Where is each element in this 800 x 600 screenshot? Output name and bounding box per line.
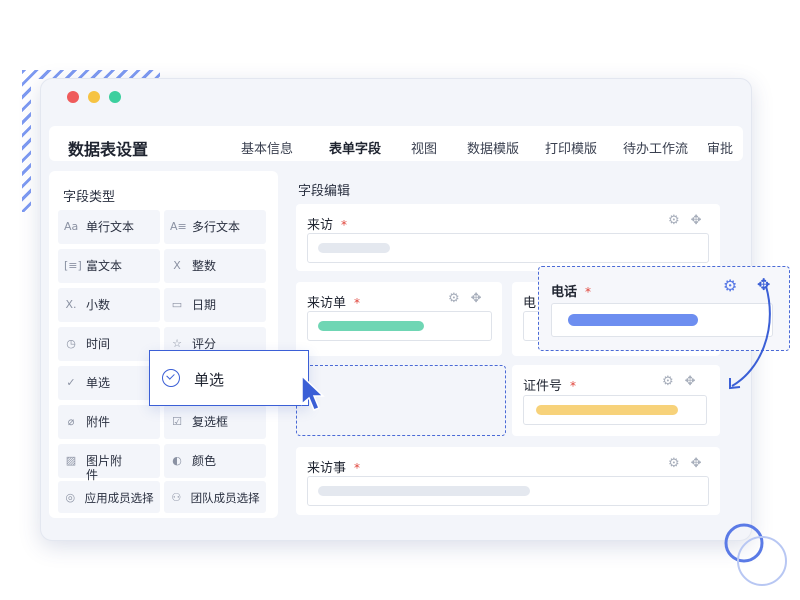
placeholder-bar: [536, 405, 678, 415]
field-type-radio[interactable]: ✓ 单选: [58, 366, 160, 400]
field-label: 证件号: [523, 379, 563, 394]
field-card-visit-matter[interactable]: 来访事 * ⚙ ✥: [296, 447, 720, 515]
close-dot-icon[interactable]: [67, 91, 79, 103]
tab-form-fields[interactable]: 表单字段: [329, 138, 381, 157]
decorative-circles-icon: [724, 523, 787, 586]
tab-todo-workflow[interactable]: 待办工作流: [623, 138, 688, 157]
field-type-image-attachment[interactable]: ▨ 图片附件: [58, 444, 160, 482]
image-icon: ▨: [65, 454, 77, 467]
placeholder-bar: [568, 314, 698, 326]
field-label: 电: [523, 296, 537, 311]
placeholder-bar: [318, 243, 390, 253]
field-label: 来访单: [307, 296, 347, 311]
field-type-single-text[interactable]: Aa 单行文本: [58, 210, 160, 244]
required-mark: *: [354, 296, 361, 310]
field-type-integer[interactable]: X 整数: [164, 249, 266, 283]
drag-direction-arrow-icon: [729, 285, 771, 390]
minimize-dot-icon[interactable]: [88, 91, 100, 103]
window-controls: [67, 91, 121, 103]
field-input-id-number[interactable]: [523, 395, 707, 425]
drop-placeholder[interactable]: [296, 365, 506, 436]
field-type-time[interactable]: ◷ 时间: [58, 327, 160, 361]
rich-text-icon: [≡]: [64, 259, 82, 272]
field-type-decimal[interactable]: X. 小数: [58, 288, 160, 322]
field-type-app-member[interactable]: ◎ 应用成员选择: [58, 481, 160, 513]
gear-icon[interactable]: ⚙: [448, 291, 460, 306]
user-icon: ◎: [65, 491, 76, 504]
required-mark: *: [585, 285, 592, 299]
checkbox-icon: ☑: [172, 415, 182, 428]
field-input-visit-form[interactable]: [307, 311, 492, 341]
required-mark: *: [341, 218, 348, 232]
multiline-text-icon: A≡: [170, 220, 187, 233]
tab-data-template[interactable]: 数据模版: [467, 138, 519, 157]
dragging-radio-field-type[interactable]: 单选: [149, 350, 309, 406]
field-label: 来访: [307, 218, 334, 233]
field-type-checkbox[interactable]: ☑ 复选框: [164, 405, 266, 439]
tab-basic-info[interactable]: 基本信息: [241, 138, 293, 157]
field-type-color[interactable]: ◐ 颜色: [164, 444, 266, 478]
move-icon[interactable]: ✥: [471, 291, 482, 306]
field-card-id-number[interactable]: 证件号 * ⚙ ✥: [512, 365, 720, 436]
placeholder-bar: [318, 321, 424, 331]
settings-header: 数据表设置 基本信息 表单字段 视图 数据模版 打印模版 待办工作流 审批: [49, 126, 743, 161]
required-mark: *: [354, 461, 361, 475]
field-type-multi-text[interactable]: A≡ 多行文本: [164, 210, 266, 244]
tab-approval[interactable]: 审批: [707, 138, 733, 157]
field-card-visitor[interactable]: 来访 * ⚙ ✥: [296, 204, 720, 271]
placeholder-bar: [318, 486, 530, 496]
check-circle-icon: [162, 369, 180, 387]
paperclip-icon: ⌀: [67, 415, 75, 428]
field-editor-title: 字段编辑: [298, 184, 351, 199]
field-type-date[interactable]: ▭ 日期: [164, 288, 266, 322]
field-label: 来访事: [307, 461, 347, 476]
field-input-visitor[interactable]: [307, 233, 709, 263]
sidebar-title: 字段类型: [63, 190, 116, 205]
required-mark: *: [570, 379, 577, 393]
field-card-visit-form[interactable]: 来访单 * ⚙ ✥: [296, 282, 502, 356]
field-type-team-member[interactable]: ⚇ 团队成员选择: [164, 481, 266, 513]
check-circle-icon: ✓: [66, 376, 76, 389]
field-label: 电话: [551, 285, 578, 300]
mouse-cursor-icon: [301, 374, 325, 411]
gear-icon[interactable]: ⚙: [668, 456, 680, 471]
team-icon: ⚇: [171, 491, 182, 504]
field-type-sidebar: 字段类型 Aa 单行文本 A≡ 多行文本 [≡] 富文本 X 整数 X. 小数 …: [49, 171, 278, 518]
calendar-icon: ▭: [171, 298, 183, 311]
move-icon[interactable]: ✥: [691, 213, 702, 228]
clock-icon: ◷: [66, 337, 76, 350]
gear-icon[interactable]: ⚙: [662, 374, 674, 389]
tab-views[interactable]: 视图: [411, 138, 437, 157]
palette-icon: ◐: [172, 454, 182, 467]
page-title: 数据表设置: [68, 140, 149, 159]
gear-icon[interactable]: ⚙: [668, 213, 680, 228]
decimal-icon: X.: [65, 298, 77, 311]
move-icon[interactable]: ✥: [685, 374, 696, 389]
field-type-attachment[interactable]: ⌀ 附件: [58, 405, 160, 439]
field-input-visit-matter[interactable]: [307, 476, 709, 506]
integer-icon: X: [173, 259, 181, 272]
tab-print-template[interactable]: 打印模版: [545, 138, 597, 157]
field-type-rich-text[interactable]: [≡] 富文本: [58, 249, 160, 283]
move-icon[interactable]: ✥: [691, 456, 702, 471]
maximize-dot-icon[interactable]: [109, 91, 121, 103]
text-aa-icon: Aa: [64, 220, 79, 233]
star-icon: ☆: [172, 337, 182, 350]
